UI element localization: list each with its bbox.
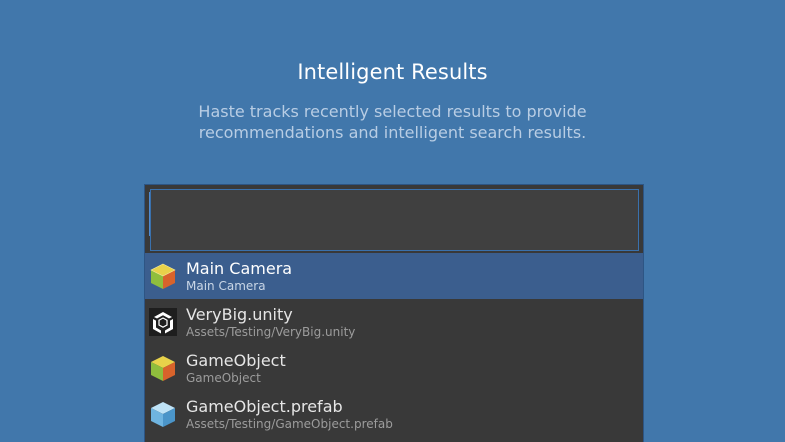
page-title: Intelligent Results	[297, 60, 488, 84]
subtitle-line-1: Haste tracks recently selected results t…	[198, 102, 587, 121]
result-name: Main Camera	[186, 259, 293, 278]
unity-logo-icon	[149, 308, 177, 336]
result-name: GameObject.prefab	[186, 397, 343, 416]
result-row-gameobject[interactable]: GameObject GameObject	[145, 345, 643, 391]
prefab-cube-icon	[151, 402, 175, 427]
page-subtitle: Haste tracks recently selected results t…	[0, 101, 785, 143]
result-row-verybig-unity[interactable]: VeryBig.unity Assets/Testing/VeryBig.uni…	[145, 299, 643, 345]
result-path: Main Camera	[186, 279, 266, 293]
result-path: Assets/Testing/GameObject.prefab	[186, 417, 393, 431]
subtitle-line-2: recommendations and intelligent search r…	[198, 123, 587, 142]
result-row-gameobject-prefab[interactable]: GameObject.prefab Assets/Testing/GameObj…	[145, 391, 643, 437]
result-path: GameObject	[186, 371, 261, 385]
gameobject-cube-icon	[150, 263, 176, 289]
result-name: VeryBig.unity	[186, 305, 293, 324]
gameobject-cube-icon	[151, 356, 175, 381]
haste-search-panel: Main Camera Main Camera VeryBig.unity As…	[144, 184, 644, 442]
result-name: GameObject	[186, 351, 286, 370]
text-cursor	[149, 192, 150, 236]
result-row-main-camera[interactable]: Main Camera Main Camera	[145, 253, 643, 299]
result-path: Assets/Testing/VeryBig.unity	[186, 325, 356, 339]
search-input[interactable]	[150, 189, 639, 251]
results-list: Main Camera Main Camera VeryBig.unity As…	[145, 253, 643, 437]
